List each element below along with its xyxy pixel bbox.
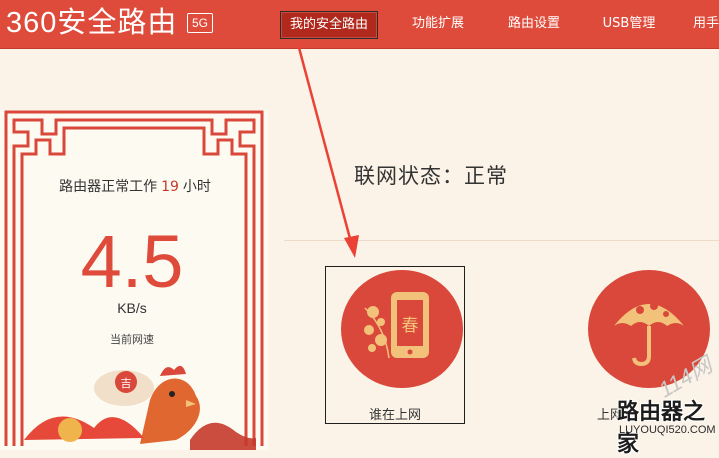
phone-spring-icon: 春	[364, 292, 429, 359]
svg-text:春: 春	[402, 316, 419, 336]
who-online-circle[interactable]: 春	[341, 270, 463, 388]
watermark-url: LUYOUQI520.COM	[619, 424, 716, 436]
who-online-label[interactable]: 谁在上网	[369, 404, 421, 423]
